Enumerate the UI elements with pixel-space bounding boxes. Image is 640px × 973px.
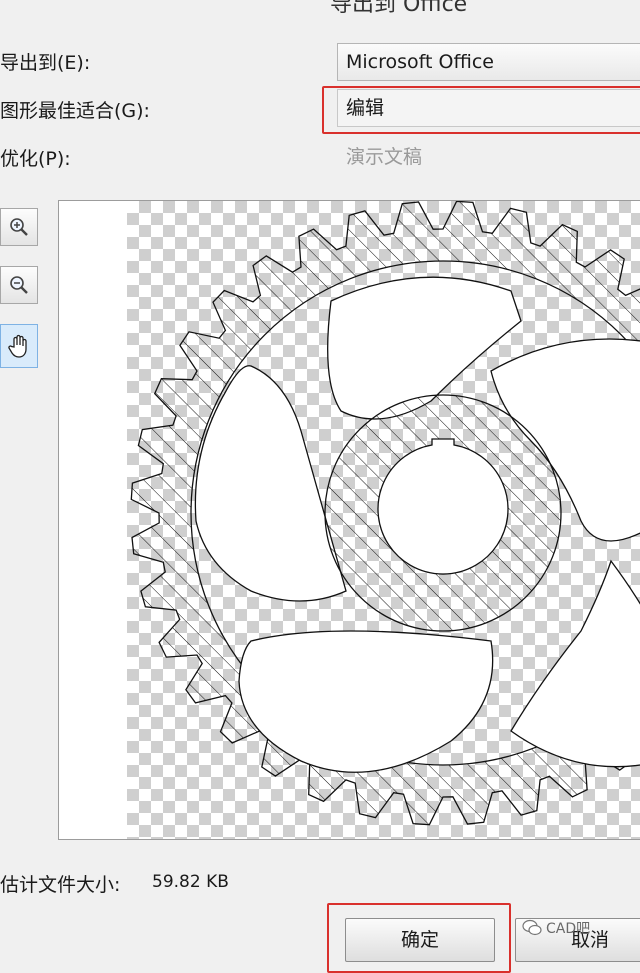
zoom-out-button[interactable] — [0, 266, 38, 304]
export-to-label: 导出到(E): — [0, 52, 91, 74]
optimize-label: 优化(P): — [0, 148, 71, 170]
zoom-in-icon — [10, 218, 28, 236]
dialog-title: 导出到 Office — [330, 0, 468, 17]
watermark: CAD吧 — [522, 918, 590, 938]
watermark-text: CAD吧 — [546, 921, 591, 937]
gear-drawing — [130, 201, 640, 826]
estimated-size-value: 59.82 KB — [152, 872, 229, 892]
wechat-icon — [522, 919, 542, 936]
zoom-in-button[interactable] — [0, 208, 38, 246]
optimize-dropdown: 演示文稿 — [346, 146, 423, 168]
zoom-out-icon — [10, 276, 28, 294]
pan-button[interactable] — [0, 324, 38, 368]
preview-pane[interactable] — [58, 200, 640, 840]
fit-highlight-box — [322, 86, 640, 134]
estimated-size-label: 估计文件大小: — [0, 874, 121, 896]
ok-highlight-box — [327, 903, 511, 973]
fit-label: 图形最佳适合(G): — [0, 100, 150, 122]
export-to-dropdown[interactable]: Microsoft Office — [337, 43, 640, 81]
hand-pan-icon — [8, 334, 27, 358]
spoke-window-left — [194, 365, 347, 602]
